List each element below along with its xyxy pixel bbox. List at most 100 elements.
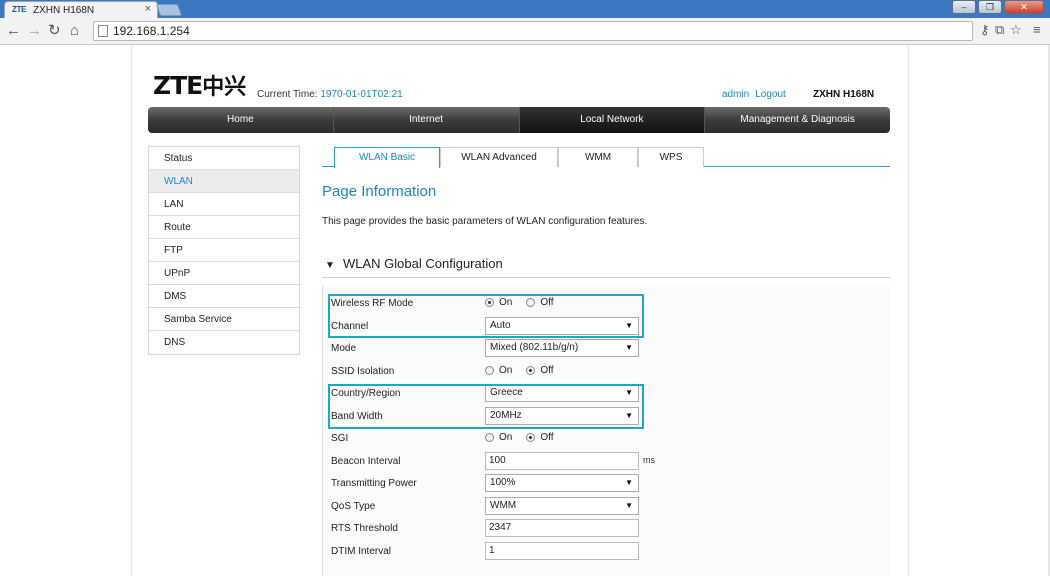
sidebar-item-ftp[interactable]: FTP xyxy=(149,239,299,262)
current-time-value: 1970-01-01T02:21 xyxy=(320,89,403,100)
sgi-radios: On Off xyxy=(485,429,568,443)
mode-select[interactable]: Mixed (802.11b/g/n) ▼ xyxy=(485,339,639,357)
sgi-label: SGI xyxy=(331,433,349,444)
sidebar-item-wlan[interactable]: WLAN xyxy=(149,170,299,193)
wlan-global-form: Wireless RF Mode On Off Channel Auto ▼ Mo… xyxy=(322,285,890,576)
close-window-button[interactable]: ✕ xyxy=(1004,0,1044,14)
nav-management-diagnosis[interactable]: Management & Diagnosis xyxy=(705,107,890,133)
sgi-off-label: Off xyxy=(540,432,554,443)
address-bar[interactable]: 192.168.1.254 xyxy=(93,21,973,41)
qos-type-select[interactable]: WMM ▼ xyxy=(485,497,639,515)
sidebar-item-upnp[interactable]: UPnP xyxy=(149,262,299,285)
transmitting-power-value: 100% xyxy=(490,477,516,488)
nav-internet[interactable]: Internet xyxy=(334,107,520,133)
logout-link[interactable]: Logout xyxy=(755,89,786,100)
back-arrow-icon[interactable]: ← xyxy=(6,22,21,40)
transmitting-power-select[interactable]: 100% ▼ xyxy=(485,474,639,492)
row-beacon-interval: Beacon Interval 100 ms xyxy=(323,451,891,473)
forward-arrow-icon[interactable]: → xyxy=(27,22,42,40)
mode-value: Mixed (802.11b/g/n) xyxy=(490,342,579,353)
window-controls: – ❐ ✕ xyxy=(952,0,1044,16)
rts-threshold-label: RTS Threshold xyxy=(331,523,398,534)
current-time-label: Current Time: xyxy=(257,89,318,100)
current-time: Current Time: 1970-01-01T02:21 xyxy=(257,89,403,100)
key-icon[interactable]: ⚷ xyxy=(980,22,990,38)
browser-tab[interactable]: ZTE ZXHN H168N × xyxy=(4,1,158,19)
sidebar-item-dms[interactable]: DMS xyxy=(149,285,299,308)
sidebar-item-route[interactable]: Route xyxy=(149,216,299,239)
qos-type-label: QoS Type xyxy=(331,501,376,512)
minimize-button[interactable]: – xyxy=(952,0,976,14)
sidebar-item-status[interactable]: Status xyxy=(149,147,299,170)
sgi-on-label: On xyxy=(499,432,513,443)
zte-favicon-icon: ZTE xyxy=(12,5,27,14)
ssid-isolation-radios: On Off xyxy=(485,362,568,376)
logo-latin: ZTE xyxy=(153,71,203,100)
beacon-interval-unit: ms xyxy=(643,455,655,465)
transmitting-power-label: Transmitting Power xyxy=(331,478,417,489)
row-transmitting-power: Transmitting Power 100% ▼ xyxy=(323,473,891,495)
dropdown-caret-icon: ▼ xyxy=(625,343,633,352)
logo-chinese: 中兴 xyxy=(202,75,247,100)
main-nav: Home Internet Local Network Management &… xyxy=(148,107,890,133)
highlight-box-country-bandwidth xyxy=(328,384,644,429)
row-ssid-isolation: SSID Isolation On Off xyxy=(323,361,891,383)
admin-link[interactable]: admin xyxy=(722,89,749,100)
sidebar-item-dns[interactable]: DNS xyxy=(149,331,299,354)
browser-toolbar: ← → ↻ ⌂ 192.168.1.254 ⚷ ⧉ ☆ ≡ xyxy=(0,18,1050,45)
tab-title: ZXHN H168N xyxy=(33,5,95,16)
tab-wps[interactable]: WPS xyxy=(638,147,704,167)
row-dtim-interval: DTIM Interval 1 xyxy=(323,541,891,563)
row-qos-type: QoS Type WMM ▼ xyxy=(323,496,891,518)
beacon-interval-control: 100 ms xyxy=(485,452,655,470)
url-text[interactable]: 192.168.1.254 xyxy=(113,24,190,38)
close-tab-icon[interactable]: × xyxy=(145,3,151,15)
browser-titlebar: ZTE ZXHN H168N × – ❐ ✕ xyxy=(0,0,1050,19)
dtim-interval-input[interactable]: 1 xyxy=(485,542,639,560)
ssid-isolation-off-label: Off xyxy=(540,365,554,376)
sgi-off-radio[interactable] xyxy=(526,433,536,442)
device-name: ZXHN H168N xyxy=(813,89,875,100)
sidebar-item-samba-service[interactable]: Samba Service xyxy=(149,308,299,331)
tab-wlan-advanced[interactable]: WLAN Advanced xyxy=(440,147,558,167)
bookmark-star-icon[interactable]: ☆ xyxy=(1010,22,1022,38)
translate-icon[interactable]: ⧉ xyxy=(995,22,1004,38)
sgi-on-radio[interactable] xyxy=(485,433,494,442)
ssid-isolation-off-radio[interactable] xyxy=(526,366,536,375)
ssid-isolation-label: SSID Isolation xyxy=(331,366,395,377)
menu-icon[interactable]: ≡ xyxy=(1033,22,1041,37)
row-rts-threshold: RTS Threshold 2347 xyxy=(323,518,891,540)
zte-logo: ZTE中兴 xyxy=(153,69,246,101)
sidebar-item-lan[interactable]: LAN xyxy=(149,193,299,216)
highlight-box-rf-channel xyxy=(328,294,644,338)
new-tab-button[interactable] xyxy=(155,4,183,16)
sub-tabs: WLAN Basic WLAN Advanced WMM WPS xyxy=(322,147,890,168)
page-info-title: Page Information xyxy=(322,183,437,200)
ssid-isolation-on-radio[interactable] xyxy=(485,366,494,375)
section-title: WLAN Global Configuration xyxy=(343,256,503,271)
tab-wlan-basic[interactable]: WLAN Basic xyxy=(334,147,440,168)
user-links: admin Logout xyxy=(722,89,792,100)
tab-wmm[interactable]: WMM xyxy=(558,147,638,167)
router-page: ZTE中兴 Current Time: 1970-01-01T02:21 adm… xyxy=(131,45,909,576)
reload-icon[interactable]: ↻ xyxy=(48,22,61,40)
nav-local-network[interactable]: Local Network xyxy=(519,107,706,133)
home-icon[interactable]: ⌂ xyxy=(70,22,79,40)
beacon-interval-label: Beacon Interval xyxy=(331,456,401,467)
sidebar: Status WLAN LAN Route FTP UPnP DMS Samba… xyxy=(148,146,300,355)
dropdown-caret-icon: ▼ xyxy=(625,478,633,487)
rts-threshold-input[interactable]: 2347 xyxy=(485,519,639,537)
page-icon xyxy=(98,25,108,37)
row-mode: Mode Mixed (802.11b/g/n) ▼ xyxy=(323,338,891,360)
nav-home[interactable]: Home xyxy=(148,107,334,133)
restore-button[interactable]: ❐ xyxy=(978,0,1002,14)
section-header[interactable]: ▼ WLAN Global Configuration xyxy=(322,256,890,278)
beacon-interval-input[interactable]: 100 xyxy=(485,452,639,470)
qos-type-value: WMM xyxy=(490,500,517,511)
dtim-interval-label: DTIM Interval xyxy=(331,546,392,557)
collapse-triangle-icon[interactable]: ▼ xyxy=(325,260,339,271)
mode-label: Mode xyxy=(331,343,357,354)
ssid-isolation-on-label: On xyxy=(499,365,513,376)
page-info-description: This page provides the basic parameters … xyxy=(322,216,648,227)
row-sgi: SGI On Off xyxy=(323,428,891,450)
